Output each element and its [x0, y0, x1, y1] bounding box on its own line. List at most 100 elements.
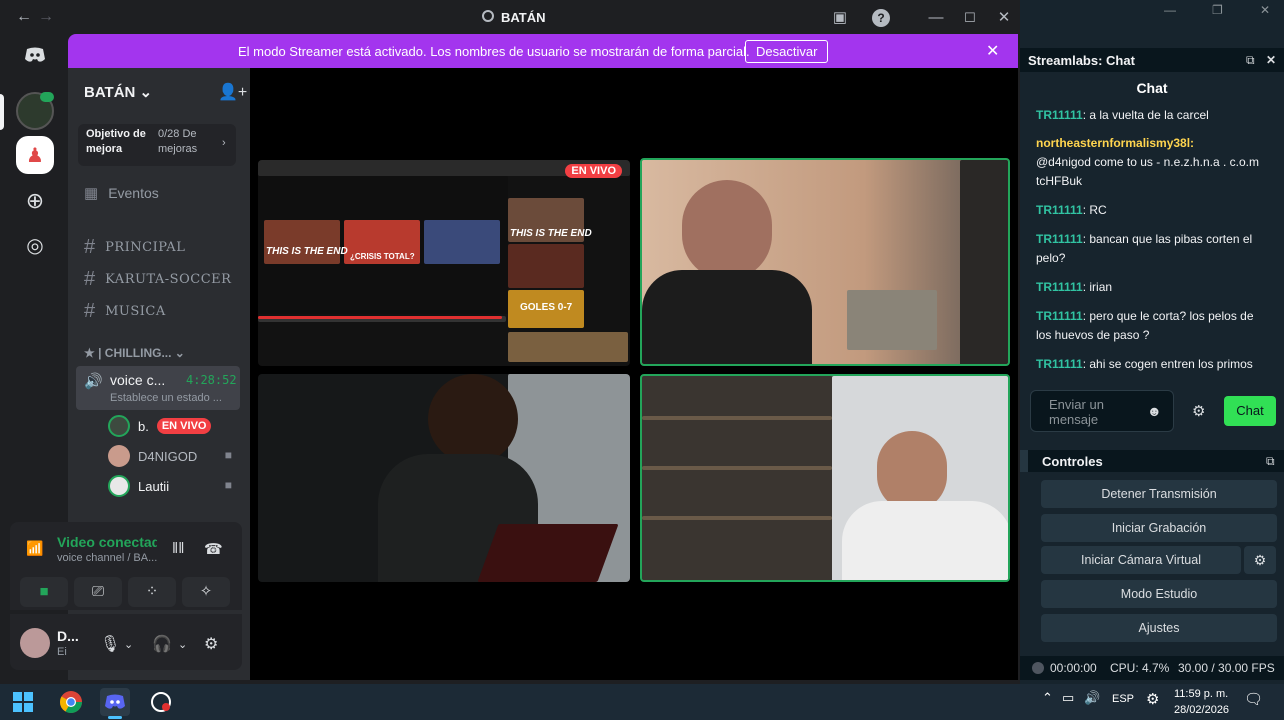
chat-username[interactable]: TR11111 [1036, 232, 1083, 246]
settings-tray-icon[interactable]: ⚙ [1146, 690, 1159, 708]
channel-karuta-soccer[interactable]: # KARUTA-SOCCER [84, 268, 231, 291]
streamlabs-taskbar-icon[interactable] [146, 688, 176, 716]
popout-icon[interactable]: ⧉ [1246, 53, 1255, 68]
studio-mode-button[interactable]: Modo Estudio [1041, 580, 1277, 608]
close-icon[interactable]: ✕ [1260, 3, 1270, 17]
screen-share-tile[interactable]: THIS IS THE END ¿CRISIS TOTAL? THIS IS T… [258, 160, 630, 366]
back-arrow-icon[interactable]: ← [16, 8, 32, 26]
voice-channel-name: voice c... [110, 372, 166, 388]
chevron-down-icon[interactable]: ⌄ [178, 638, 187, 651]
chat-settings-icon[interactable]: ⚙ [1192, 402, 1205, 420]
discord-window: ← → BATÁN ▣ ? — ☐ ✕ ♟ ⊕ ◎ El modo Stream… [0, 0, 1020, 680]
chat-input-placeholder: Enviar un mensaje [1049, 397, 1104, 427]
noise-suppression-icon[interactable]: ‖‖ [172, 540, 184, 557]
headphones-icon[interactable]: 🎧 [152, 634, 172, 654]
voice-status-subtitle[interactable]: voice channel / BA... [57, 552, 157, 564]
banner-close-icon[interactable]: ✕ [986, 41, 999, 61]
voice-member[interactable]: Lautii ■ [108, 474, 238, 498]
monitor-object [960, 160, 1008, 364]
shelf-area [642, 376, 832, 580]
channel-label: KARUTA-SOCCER [105, 272, 232, 287]
settings-gear-icon[interactable]: ⚙ [204, 634, 218, 654]
person-body [842, 501, 1008, 580]
clock[interactable]: 11:59 p. m. 28/02/2026 [1174, 686, 1229, 718]
cpu-usage: CPU: 4.7% [1110, 661, 1170, 675]
user-avatar[interactable] [20, 628, 50, 658]
help-icon[interactable]: ? [872, 9, 890, 27]
member-name: Lautii [138, 478, 170, 494]
speaker-icon: 🔊 [84, 373, 103, 390]
fps-readout: 30.00 / 30.00 FPS [1178, 661, 1275, 675]
chat-username[interactable]: TR11111 [1036, 108, 1083, 122]
stop-stream-button[interactable]: Detener Transmisión [1041, 480, 1277, 508]
microphone-icon[interactable]: 🎙 [100, 634, 120, 654]
voice-channel-item[interactable]: 🔊 voice c... 4:28:52 Establece un estado… [76, 366, 240, 410]
server-name[interactable]: BATÁN ⌄ [84, 83, 152, 101]
voice-channel-status[interactable]: Establece un estado ... [110, 392, 222, 404]
chevron-down-icon[interactable]: ⌄ [124, 638, 133, 651]
category-chilling[interactable]: ★ | CHILLING... ⌄ [84, 346, 185, 360]
emoji-icon[interactable]: ☻ [1147, 403, 1162, 419]
screen-share-button[interactable]: ⎚ [74, 577, 122, 607]
network-icon[interactable]: ▭ [1062, 690, 1074, 706]
channel-principal[interactable]: # PRINCIPAL [84, 236, 185, 259]
soundboard-button[interactable]: ✧ [182, 577, 230, 607]
minimize-icon[interactable]: — [926, 8, 946, 28]
language-indicator[interactable]: ESP [1112, 693, 1134, 705]
deactivate-button[interactable]: Desactivar [745, 40, 829, 63]
virtual-camera-settings-icon[interactable]: ⚙ [1244, 546, 1276, 574]
maximize-icon[interactable]: ❐ [1212, 3, 1223, 17]
popout-icon[interactable]: ⧉ [1266, 454, 1275, 469]
disconnect-icon[interactable]: ☎ [204, 540, 223, 558]
invite-people-icon[interactable]: 👤+ [218, 82, 247, 102]
discord-home-icon[interactable] [16, 36, 54, 74]
progress-fill [258, 316, 502, 319]
events-item[interactable]: ▦ Eventos [84, 184, 159, 202]
activities-button[interactable]: ⁘ [128, 577, 176, 607]
chat-username[interactable]: TR11111 [1036, 357, 1083, 371]
forward-arrow-icon[interactable]: → [38, 8, 54, 26]
webcam-tile[interactable] [640, 158, 1010, 366]
voice-member[interactable]: b. EN VIVO [108, 414, 238, 438]
chat-username[interactable]: TR11111 [1036, 309, 1083, 323]
start-virtual-camera-button[interactable]: Iniciar Cámara Virtual [1041, 546, 1241, 574]
chat-message-input[interactable]: Enviar un mensaje ☻ [1030, 390, 1174, 432]
stream-status-dot [1032, 662, 1044, 674]
user-name[interactable]: D... [57, 628, 79, 644]
minimize-icon[interactable]: — [1164, 3, 1176, 17]
volume-icon[interactable]: 🔊 [1084, 690, 1100, 706]
splitter-handle[interactable] [1020, 450, 1028, 472]
channel-musica[interactable]: # MUSICA [84, 300, 166, 323]
chat-message: TR11111: irian [1036, 278, 1272, 297]
server-red-icon[interactable]: ♟ [16, 136, 54, 174]
calendar-icon: ▦ [84, 185, 99, 202]
close-icon[interactable]: ✕ [1266, 53, 1276, 67]
discord-taskbar-icon[interactable] [100, 688, 130, 716]
explore-servers-icon[interactable]: ◎ [16, 226, 54, 264]
voice-status-title[interactable]: Video conectad [57, 534, 157, 550]
tray-chevron-icon[interactable]: ⌃ [1042, 690, 1053, 706]
add-server-icon[interactable]: ⊕ [16, 182, 54, 220]
camera-toggle-button[interactable]: ■ [20, 577, 68, 607]
webcam-tile[interactable] [640, 374, 1010, 582]
inbox-icon[interactable]: ▣ [830, 8, 850, 28]
chat-username[interactable]: northeasternformalismy38l: [1036, 136, 1194, 150]
start-recording-button[interactable]: Iniciar Grabación [1041, 514, 1277, 542]
boost-goal[interactable]: Objetivo de mejora 0/28 De mejoras › [78, 124, 236, 166]
voice-member[interactable]: D4NIGOD ■ [108, 444, 238, 468]
chat-send-button[interactable]: Chat [1224, 396, 1276, 426]
active-server-indicator [0, 94, 4, 130]
webcam-tile[interactable] [258, 374, 630, 582]
chat-username[interactable]: TR11111 [1036, 203, 1083, 217]
settings-button[interactable]: Ajustes [1041, 614, 1277, 642]
notifications-icon[interactable]: 🗨 [1244, 690, 1263, 708]
chat-username[interactable]: TR11111 [1036, 280, 1083, 294]
thumbnail [424, 220, 500, 264]
shelf [642, 416, 832, 420]
close-icon[interactable]: ✕ [994, 8, 1014, 28]
maximize-icon[interactable]: ☐ [960, 8, 980, 28]
chrome-icon[interactable] [56, 688, 86, 716]
chat-text: : RC [1082, 203, 1107, 217]
start-menu-icon[interactable] [8, 688, 38, 716]
controls-header: Controles ⧉ [1020, 450, 1284, 472]
